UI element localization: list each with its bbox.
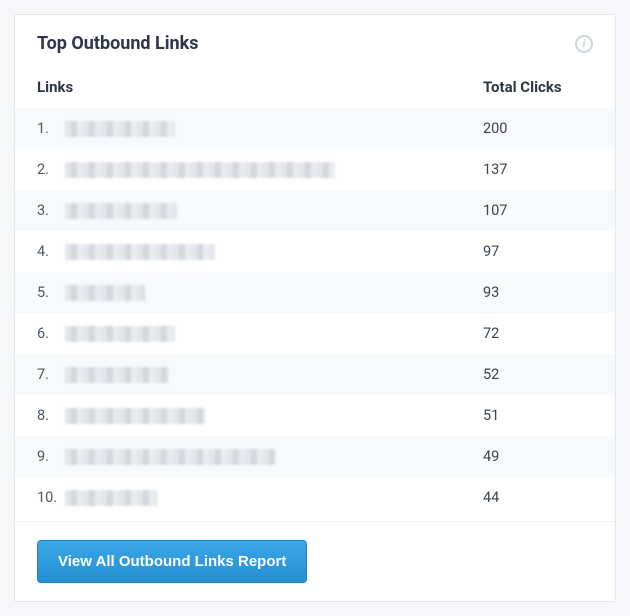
row-link[interactable] — [65, 449, 483, 465]
card-header: Top Outbound Links i — [15, 15, 615, 60]
redacted-link — [65, 367, 169, 383]
row-index: 6. — [37, 325, 65, 342]
outbound-links-card: Top Outbound Links i Links Total Clicks … — [14, 14, 616, 602]
row-link[interactable] — [65, 121, 483, 137]
card-footer: View All Outbound Links Report — [15, 521, 615, 601]
table-header: Links Total Clicks — [15, 60, 615, 108]
row-clicks: 49 — [483, 448, 593, 465]
view-all-report-button[interactable]: View All Outbound Links Report — [37, 540, 307, 583]
row-clicks: 51 — [483, 407, 593, 424]
redacted-link — [65, 285, 145, 301]
row-index: 1. — [37, 120, 65, 137]
row-index: 2. — [37, 161, 65, 178]
row-clicks: 52 — [483, 366, 593, 383]
redacted-link — [65, 203, 177, 219]
row-link[interactable] — [65, 162, 483, 178]
info-icon[interactable]: i — [575, 35, 593, 53]
row-clicks: 137 — [483, 161, 593, 178]
redacted-link — [65, 408, 205, 424]
row-clicks: 93 — [483, 284, 593, 301]
row-index: 7. — [37, 366, 65, 383]
redacted-link — [65, 121, 175, 137]
card-title: Top Outbound Links — [37, 33, 199, 54]
table-row: 9.49 — [15, 436, 615, 477]
row-link[interactable] — [65, 203, 483, 219]
row-link[interactable] — [65, 326, 483, 342]
row-clicks: 200 — [483, 120, 593, 137]
redacted-link — [65, 162, 335, 178]
row-link[interactable] — [65, 285, 483, 301]
row-index: 5. — [37, 284, 65, 301]
table-row: 5.93 — [15, 272, 615, 313]
row-index: 8. — [37, 407, 65, 424]
header-clicks: Total Clicks — [483, 78, 593, 96]
redacted-link — [65, 326, 175, 342]
table-row: 10.44 — [15, 477, 615, 518]
redacted-link — [65, 244, 215, 260]
header-links: Links — [37, 78, 483, 96]
row-link[interactable] — [65, 367, 483, 383]
row-link[interactable] — [65, 244, 483, 260]
table-row: 4.97 — [15, 231, 615, 272]
row-index: 9. — [37, 448, 65, 465]
table-row: 1. 200 — [15, 108, 615, 149]
row-index: 4. — [37, 243, 65, 260]
row-clicks: 97 — [483, 243, 593, 260]
row-clicks: 107 — [483, 202, 593, 219]
redacted-link — [65, 490, 157, 506]
row-clicks: 72 — [483, 325, 593, 342]
row-index: 3. — [37, 202, 65, 219]
row-clicks: 44 — [483, 489, 593, 506]
table-row: 7.52 — [15, 354, 615, 395]
table-row: 2. 137 — [15, 149, 615, 190]
table-row: 8.51 — [15, 395, 615, 436]
table-row: 3. 107 — [15, 190, 615, 231]
row-link[interactable] — [65, 408, 483, 424]
table-row: 6.72 — [15, 313, 615, 354]
redacted-link — [65, 449, 275, 465]
row-index: 10. — [37, 489, 65, 506]
row-link[interactable] — [65, 490, 483, 506]
table-rows: 1.2002.1373.1074.975.936.727.528.519.491… — [15, 108, 615, 521]
